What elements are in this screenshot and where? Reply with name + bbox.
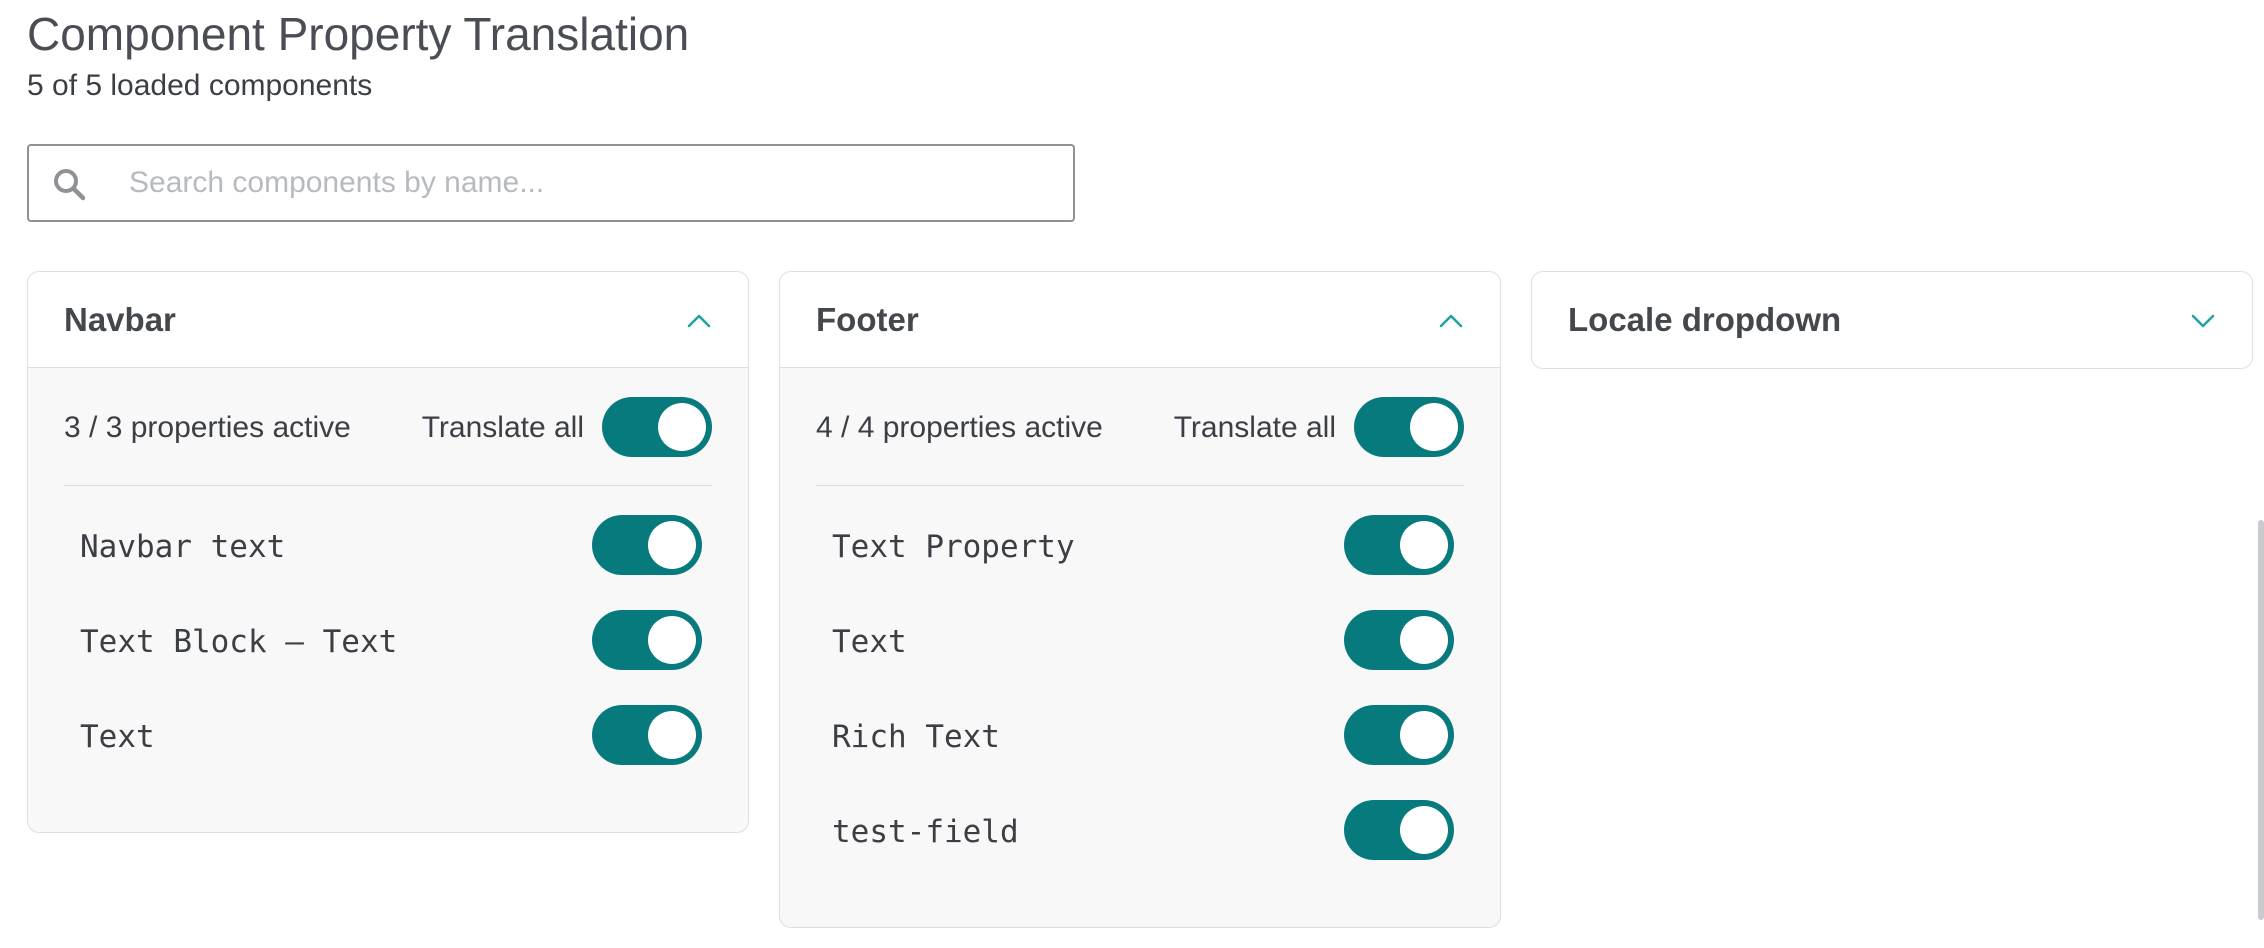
card-title: Locale dropdown xyxy=(1568,301,1842,338)
property-label: Text xyxy=(80,719,155,755)
property-row: Text Block – Text xyxy=(72,593,702,688)
page-title: Component Property Translation xyxy=(27,8,690,60)
property-toggle[interactable] xyxy=(1344,610,1454,670)
component-card-navbar: Navbar 3 / 3 properties active Translate… xyxy=(27,271,749,833)
toggle-knob xyxy=(1400,711,1448,759)
scrollbar-thumb[interactable] xyxy=(2258,520,2264,920)
card-title: Footer xyxy=(816,301,919,338)
toggle-knob xyxy=(1400,521,1448,569)
property-toggle[interactable] xyxy=(1344,515,1454,575)
search-box[interactable] xyxy=(27,144,1075,222)
property-toggle[interactable] xyxy=(1344,800,1454,860)
property-label: Navbar text xyxy=(80,529,286,565)
search-icon xyxy=(54,169,86,201)
toggle-knob xyxy=(658,403,706,451)
property-label: Rich Text xyxy=(832,719,1000,755)
toggle-knob xyxy=(1400,616,1448,664)
translate-all-label: Translate all xyxy=(1173,411,1336,444)
property-row: Rich Text xyxy=(824,688,1454,783)
toggle-knob xyxy=(1400,806,1448,854)
property-row: Text xyxy=(824,593,1454,688)
scrollbar[interactable] xyxy=(2258,0,2264,948)
property-label: Text Block – Text xyxy=(80,624,398,660)
card-header-footer[interactable]: Footer xyxy=(780,272,1500,368)
toggle-knob xyxy=(1410,403,1458,451)
chevron-up-icon[interactable] xyxy=(684,306,714,336)
toggle-knob xyxy=(648,521,696,569)
component-card-locale-dropdown: Locale dropdown xyxy=(1531,271,2253,369)
property-row: Navbar text xyxy=(72,498,702,593)
translate-all-label: Translate all xyxy=(421,411,584,444)
toggle-knob xyxy=(648,616,696,664)
page: Component Property Translation 5 of 5 lo… xyxy=(0,0,2264,948)
property-label: Text xyxy=(832,624,907,660)
properties-active-count: 3 / 3 properties active xyxy=(64,411,351,444)
property-toggle[interactable] xyxy=(592,705,702,765)
property-toggle[interactable] xyxy=(592,610,702,670)
component-card-footer: Footer 4 / 4 properties active Translate… xyxy=(779,271,1501,928)
property-list: Navbar text Text Block – Text Text xyxy=(28,486,748,783)
translate-all-toggle[interactable] xyxy=(1354,397,1464,457)
translate-all-toggle[interactable] xyxy=(602,397,712,457)
component-count: 5 of 5 loaded components xyxy=(27,69,373,102)
chevron-down-icon[interactable] xyxy=(2188,306,2218,336)
card-summary: 4 / 4 properties active Translate all xyxy=(816,368,1464,486)
property-label: test-field xyxy=(832,814,1019,850)
properties-active-count: 4 / 4 properties active xyxy=(816,411,1103,444)
search-input[interactable] xyxy=(129,146,1049,220)
property-toggle[interactable] xyxy=(1344,705,1454,765)
card-summary: 3 / 3 properties active Translate all xyxy=(64,368,712,486)
property-toggle[interactable] xyxy=(592,515,702,575)
property-label: Text Property xyxy=(832,529,1075,565)
property-list: Text Property Text Rich Text test-field xyxy=(780,486,1500,878)
card-header-navbar[interactable]: Navbar xyxy=(28,272,748,368)
property-row: Text Property xyxy=(824,498,1454,593)
toggle-knob xyxy=(648,711,696,759)
property-row: test-field xyxy=(824,783,1454,878)
property-row: Text xyxy=(72,688,702,783)
card-title: Navbar xyxy=(64,301,176,338)
card-header-locale-dropdown[interactable]: Locale dropdown xyxy=(1532,272,2252,368)
chevron-up-icon[interactable] xyxy=(1436,306,1466,336)
